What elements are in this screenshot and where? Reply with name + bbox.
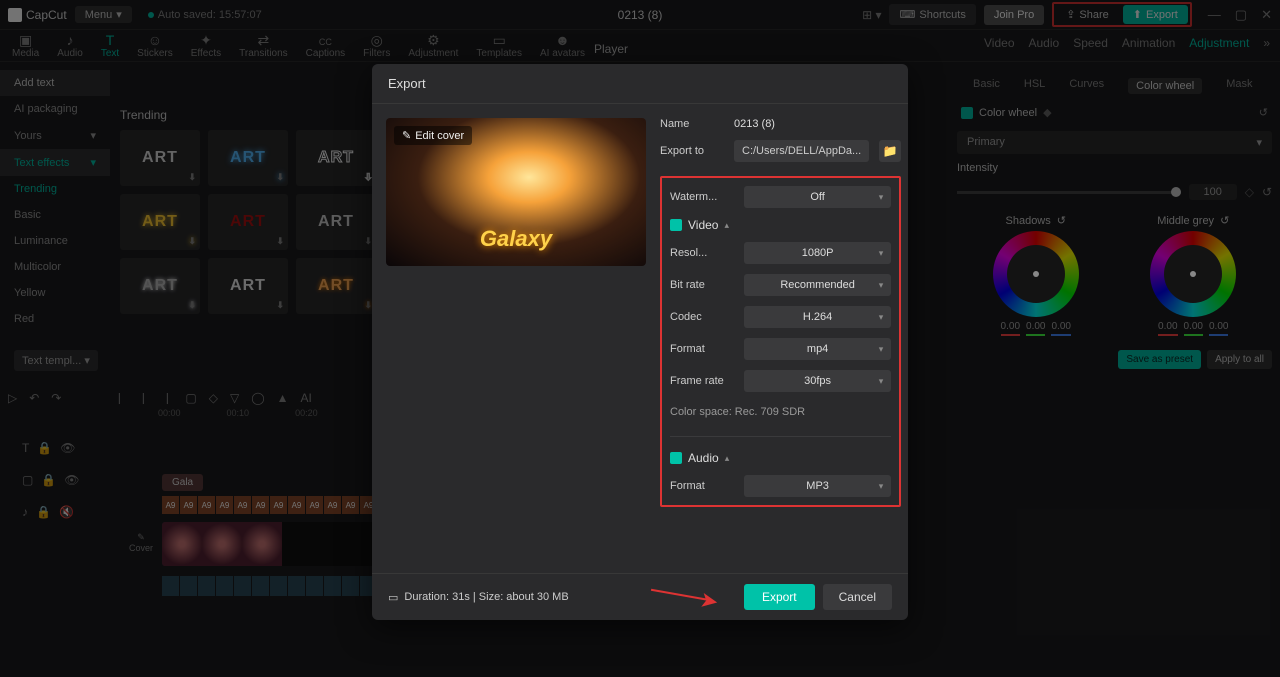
name-value[interactable]: 0213 (8) bbox=[734, 118, 775, 130]
chevron-up-icon[interactable]: ▴ bbox=[725, 453, 730, 464]
bitrate-select[interactable]: Recommended bbox=[744, 274, 891, 296]
watermark-label: Waterm... bbox=[670, 191, 734, 203]
export-modal: Export ✎Edit cover Galaxy Name 0213 (8) … bbox=[372, 64, 908, 620]
resolution-label: Resol... bbox=[670, 247, 734, 259]
pencil-icon: ✎ bbox=[402, 129, 411, 142]
audio-format-select[interactable]: MP3 bbox=[744, 475, 891, 497]
cover-text: Galaxy bbox=[480, 226, 552, 252]
video-checkbox[interactable] bbox=[670, 219, 682, 231]
name-label: Name bbox=[660, 118, 724, 130]
divider bbox=[670, 436, 891, 437]
format-label: Format bbox=[670, 343, 734, 355]
exportto-input[interactable]: C:/Users/DELL/AppDa... bbox=[734, 140, 869, 162]
film-icon: ▭ bbox=[388, 591, 398, 604]
resolution-select[interactable]: 1080P bbox=[744, 242, 891, 264]
framerate-select[interactable]: 30fps bbox=[744, 370, 891, 392]
export-button[interactable]: Export bbox=[744, 584, 815, 610]
colorspace-info: Color space: Rec. 709 SDR bbox=[670, 402, 891, 422]
cover-preview: ✎Edit cover Galaxy bbox=[386, 118, 646, 266]
codec-select[interactable]: H.264 bbox=[744, 306, 891, 328]
audio-checkbox[interactable] bbox=[670, 452, 682, 464]
folder-button[interactable]: 📁 bbox=[879, 140, 901, 162]
folder-icon: 📁 bbox=[883, 144, 898, 158]
framerate-label: Frame rate bbox=[670, 375, 734, 387]
modal-title: Export bbox=[372, 64, 908, 104]
audio-section-label: Audio bbox=[688, 451, 719, 465]
bitrate-label: Bit rate bbox=[670, 279, 734, 291]
format-select[interactable]: mp4 bbox=[744, 338, 891, 360]
codec-label: Codec bbox=[670, 311, 734, 323]
edit-cover-button[interactable]: ✎Edit cover bbox=[394, 126, 472, 145]
highlight-export-settings: Waterm... Off Video ▴ Resol... 1080P Bit… bbox=[660, 176, 901, 507]
exportto-label: Export to bbox=[660, 145, 724, 157]
chevron-up-icon[interactable]: ▴ bbox=[724, 220, 729, 231]
video-section-label: Video bbox=[688, 218, 718, 232]
duration-info: ▭ Duration: 31s | Size: about 30 MB bbox=[388, 591, 569, 604]
watermark-select[interactable]: Off bbox=[744, 186, 891, 208]
cancel-button[interactable]: Cancel bbox=[823, 584, 892, 610]
audio-format-label: Format bbox=[670, 480, 734, 492]
